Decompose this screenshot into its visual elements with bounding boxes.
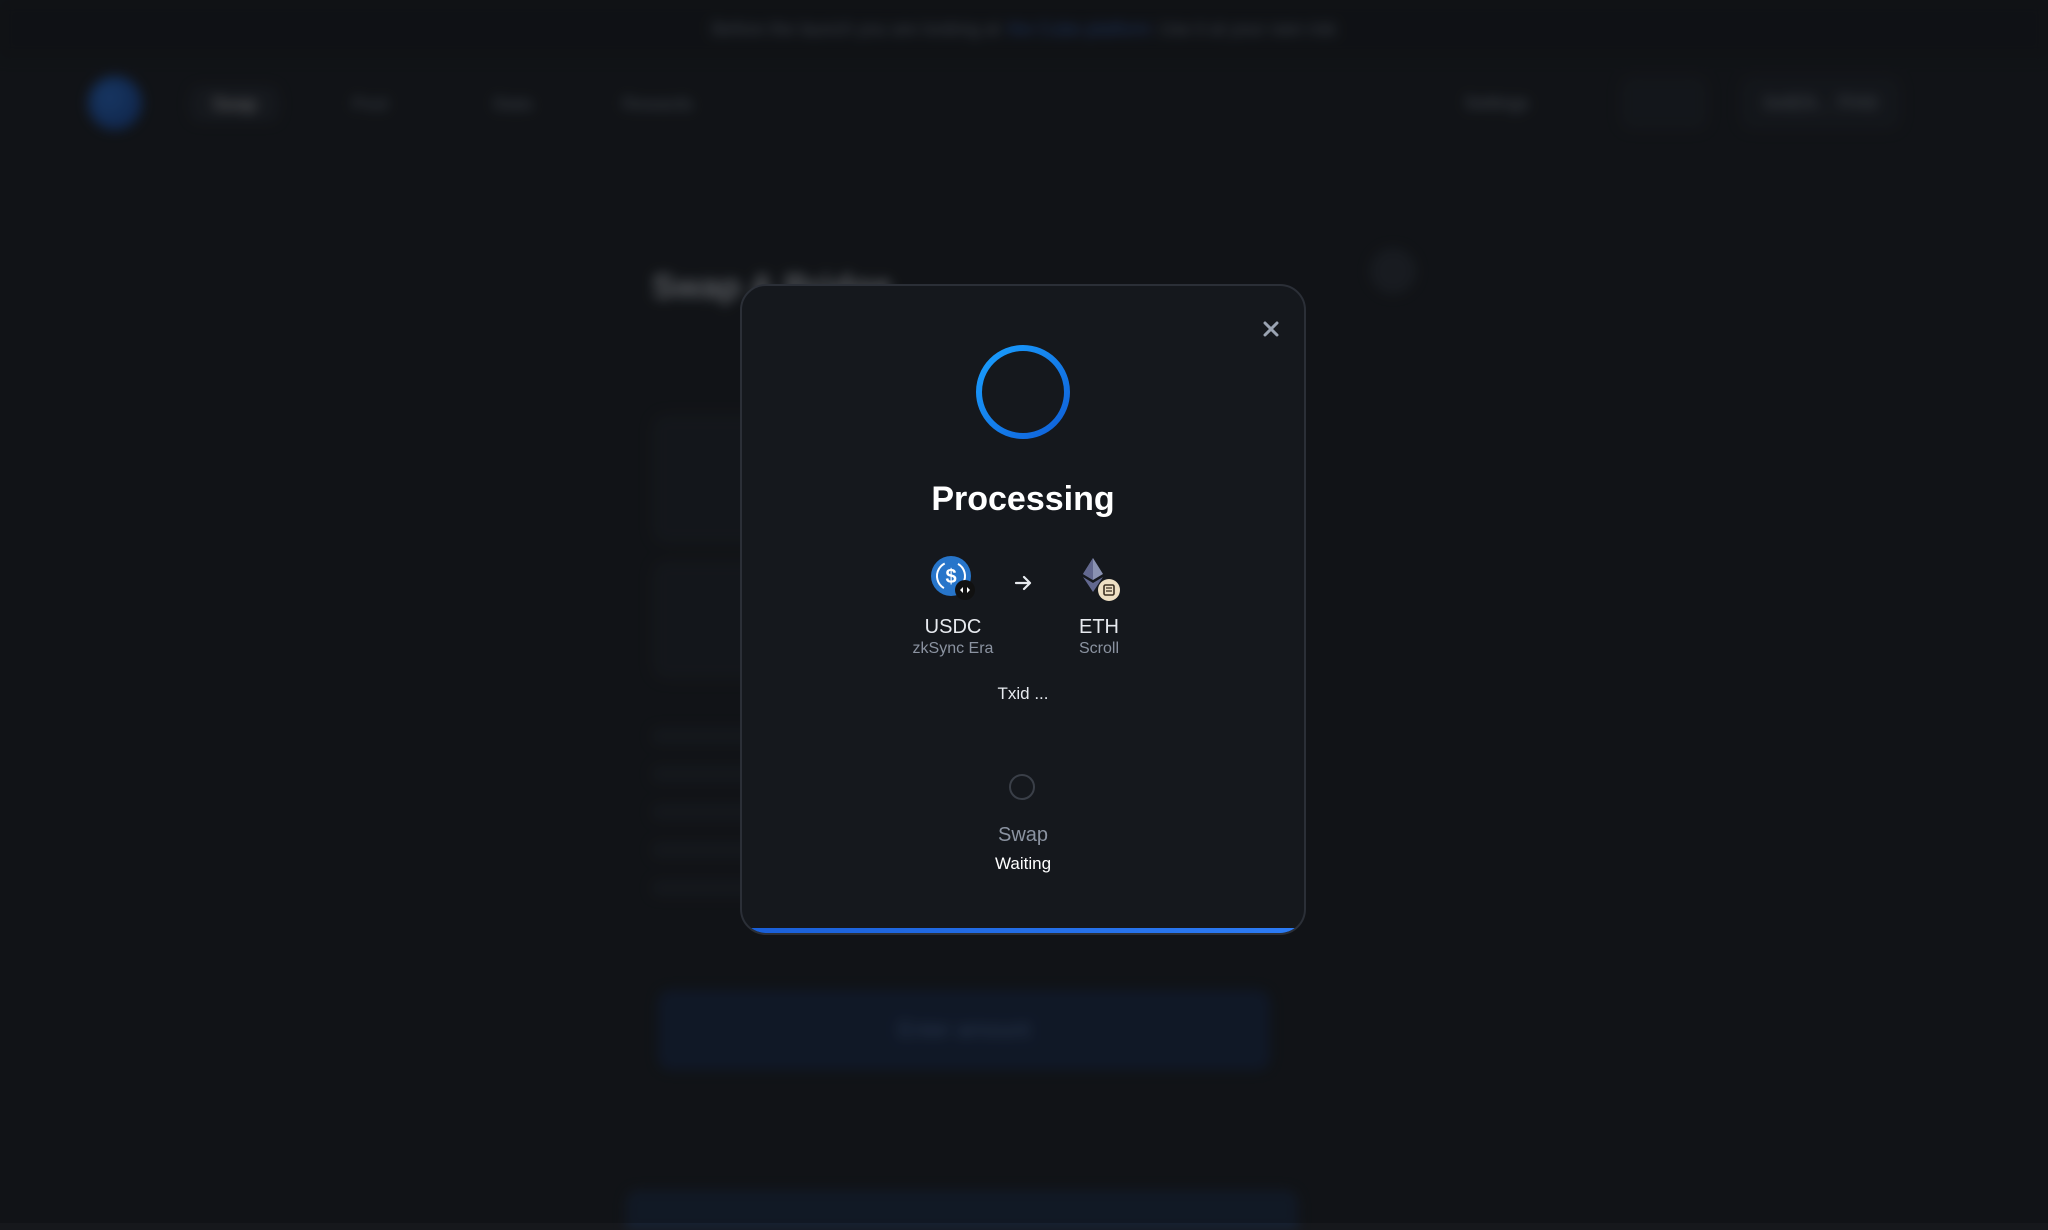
from-token-chain: zkSync Era [912, 640, 994, 657]
close-icon [1263, 321, 1279, 337]
spinner-icon [976, 345, 1070, 439]
to-token-symbol: ETH [1079, 616, 1119, 638]
modal-title: Processing [931, 480, 1115, 518]
progress-bar-fill [742, 928, 1304, 933]
arrow-right-icon [1014, 575, 1032, 591]
to-token-chain: Scroll [1078, 640, 1119, 657]
step-label: Swap [997, 824, 1049, 846]
from-token-symbol: USDC [924, 616, 982, 638]
progress-bar [742, 928, 1304, 933]
eth-icon [1083, 558, 1120, 601]
processing-modal: Processing $ USDC zkSync Era ETH Scroll … [740, 284, 1306, 935]
close-button[interactable] [1256, 314, 1286, 344]
svg-text:$: $ [945, 566, 956, 588]
usdc-icon: $ [931, 556, 975, 600]
txid-label: Txid ... [997, 684, 1049, 703]
step-status-icon [1009, 774, 1035, 800]
step-status: Waiting [994, 854, 1052, 873]
